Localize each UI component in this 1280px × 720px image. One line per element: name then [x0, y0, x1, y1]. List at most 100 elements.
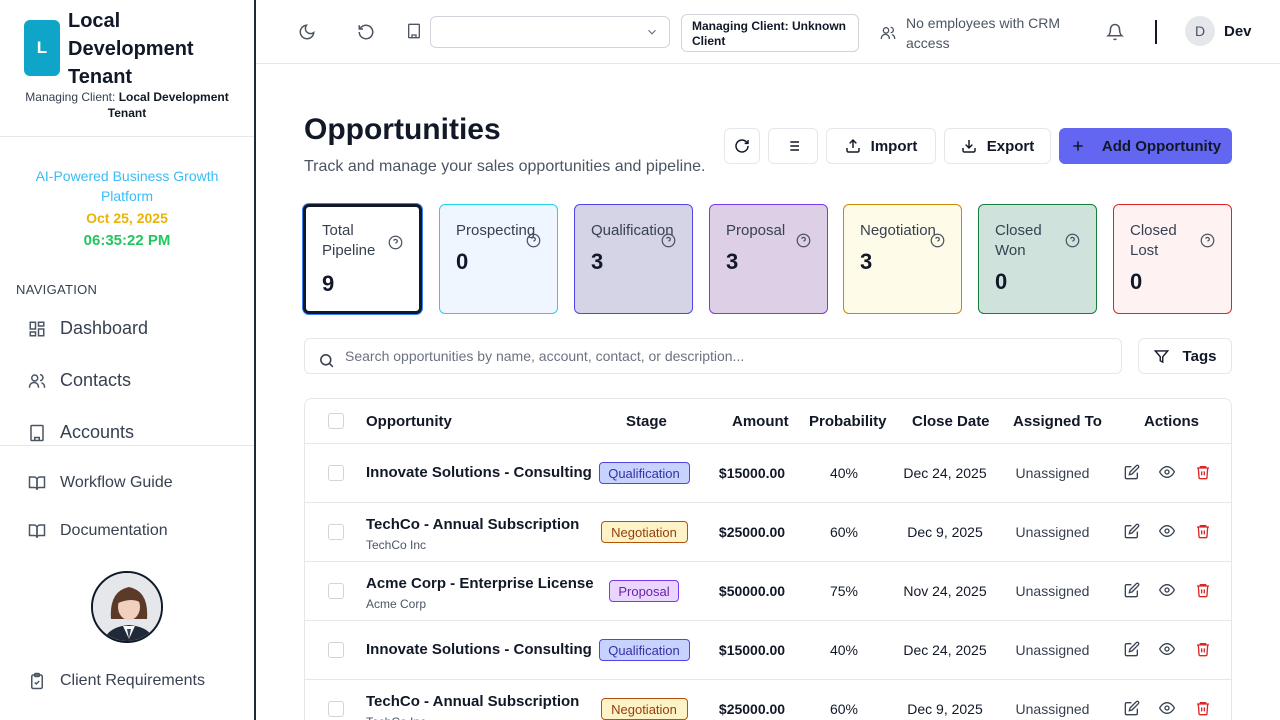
- table-row[interactable]: Acme Corp - Enterprise License Acme Corp P…: [305, 562, 1231, 621]
- header-assigned-to[interactable]: Assigned To: [1013, 413, 1102, 430]
- delete-icon[interactable]: [1195, 523, 1211, 539]
- help-icon[interactable]: [526, 233, 541, 248]
- stat-card-total-pipeline[interactable]: Total Pipeline 9: [303, 204, 422, 314]
- table-row[interactable]: Innovate Solutions - Consulting Qualifica…: [305, 621, 1231, 680]
- help-icon[interactable]: [388, 235, 403, 250]
- import-button[interactable]: Import: [826, 128, 936, 164]
- opportunity-name[interactable]: TechCo - Annual Subscription: [366, 693, 579, 710]
- users-icon: [28, 372, 46, 390]
- assigned-to-cell: Unassigned: [1015, 583, 1090, 599]
- topbar-separator: [1155, 20, 1157, 44]
- delete-icon[interactable]: [1195, 700, 1211, 716]
- stat-value: 3: [860, 249, 873, 274]
- view-icon[interactable]: [1159, 582, 1175, 598]
- export-button[interactable]: Export: [944, 128, 1051, 164]
- bell-icon[interactable]: [1106, 23, 1124, 41]
- stat-card-closed-lost[interactable]: Closed Lost 0: [1113, 204, 1232, 314]
- moon-icon[interactable]: [298, 23, 316, 41]
- opportunity-account: Acme Corp: [366, 597, 427, 611]
- refresh-button[interactable]: [724, 128, 760, 164]
- tags-filter-button[interactable]: Tags: [1138, 338, 1232, 374]
- row-checkbox[interactable]: [328, 583, 344, 599]
- tenant-select[interactable]: [430, 16, 670, 48]
- edit-icon[interactable]: [1124, 641, 1140, 657]
- stat-card-prospecting[interactable]: Prospecting 0: [439, 204, 558, 314]
- header-stage[interactable]: Stage: [626, 413, 667, 430]
- view-icon[interactable]: [1159, 700, 1175, 716]
- edit-icon[interactable]: [1124, 523, 1140, 539]
- stat-card-negotiation[interactable]: Negotiation 3: [843, 204, 962, 314]
- stat-value: 0: [995, 269, 1008, 294]
- select-all-checkbox[interactable]: [328, 413, 344, 429]
- managing-client-note: Managing Client: Local Development Tenan…: [18, 89, 236, 121]
- user-name[interactable]: Dev: [1224, 23, 1252, 40]
- row-checkbox[interactable]: [328, 465, 344, 481]
- view-icon[interactable]: [1159, 641, 1175, 657]
- amount-cell: $15000.00: [718, 465, 786, 481]
- help-icon[interactable]: [1200, 233, 1215, 248]
- users-icon: [880, 25, 896, 41]
- sidebar-item-contacts[interactable]: Contacts: [28, 370, 131, 391]
- help-icon[interactable]: [796, 233, 811, 248]
- assistant-avatar[interactable]: [91, 571, 163, 643]
- delete-icon[interactable]: [1195, 464, 1211, 480]
- header-close-date[interactable]: Close Date: [912, 413, 990, 430]
- edit-icon[interactable]: [1124, 582, 1140, 598]
- current-date: Oct 25, 2025: [86, 210, 168, 226]
- sidebar-item-client-requirements[interactable]: Client Requirements: [28, 672, 205, 690]
- delete-icon[interactable]: [1195, 641, 1211, 657]
- building-icon: [406, 23, 422, 41]
- row-checkbox[interactable]: [328, 642, 344, 658]
- opportunity-name[interactable]: Innovate Solutions - Consulting: [366, 641, 592, 658]
- table-row[interactable]: TechCo - Annual Subscription TechCo Inc Ne…: [305, 680, 1231, 720]
- sidebar-item-documentation[interactable]: Documentation: [28, 522, 168, 540]
- amount-cell: $25000.00: [718, 701, 786, 717]
- help-icon[interactable]: [930, 233, 945, 248]
- stat-card-qualification[interactable]: Qualification 3: [574, 204, 693, 314]
- row-checkbox[interactable]: [328, 701, 344, 717]
- row-checkbox[interactable]: [328, 524, 344, 540]
- view-icon[interactable]: [1159, 523, 1175, 539]
- opportunity-name[interactable]: TechCo - Annual Subscription: [366, 516, 579, 533]
- edit-icon[interactable]: [1124, 464, 1140, 480]
- help-icon[interactable]: [1065, 233, 1080, 248]
- help-icon[interactable]: [661, 233, 676, 248]
- managing-client-badge: Managing Client: Unknown Client: [681, 14, 859, 52]
- opportunity-account: TechCo Inc: [366, 715, 426, 720]
- brand-header: L Local Development Tenant Managing Clie…: [0, 0, 254, 137]
- search-input[interactable]: [345, 339, 1115, 373]
- opportunity-name[interactable]: Innovate Solutions - Consulting: [366, 464, 592, 481]
- filter-icon: [1153, 349, 1169, 364]
- delete-icon[interactable]: [1195, 582, 1211, 598]
- stat-card-proposal[interactable]: Proposal 3: [709, 204, 828, 314]
- sidebar-item-accounts[interactable]: Accounts: [28, 422, 134, 443]
- probability-cell: 60%: [829, 701, 859, 717]
- user-avatar[interactable]: D: [1185, 16, 1215, 46]
- header-probability[interactable]: Probability: [809, 413, 887, 430]
- sidebar-item-workflow-guide[interactable]: Workflow Guide: [28, 474, 173, 492]
- reset-icon[interactable]: [357, 23, 375, 41]
- stage-badge: Negotiation: [600, 521, 688, 543]
- header-amount[interactable]: Amount: [732, 413, 789, 430]
- plus-icon: [1070, 138, 1086, 154]
- list-view-button[interactable]: [768, 128, 818, 164]
- assigned-to-cell: Unassigned: [1015, 642, 1090, 658]
- edit-icon[interactable]: [1124, 700, 1140, 716]
- assigned-to-cell: Unassigned: [1015, 465, 1090, 481]
- upload-icon: [845, 138, 861, 154]
- sidebar-item-dashboard[interactable]: Dashboard: [28, 318, 148, 339]
- close-date-cell: Dec 24, 2025: [903, 642, 987, 658]
- stat-label: Total Pipeline: [322, 222, 376, 259]
- tenant-logo[interactable]: L: [24, 20, 60, 76]
- close-date-cell: Dec 9, 2025: [907, 524, 983, 540]
- sidebar-item-label: Documentation: [60, 522, 168, 539]
- header-opportunity[interactable]: Opportunity: [366, 413, 452, 430]
- table-row[interactable]: Innovate Solutions - Consulting Qualifica…: [305, 444, 1231, 503]
- add-opportunity-button[interactable]: Add Opportunity: [1059, 128, 1232, 164]
- stat-value: 0: [456, 249, 469, 274]
- opportunity-name[interactable]: Acme Corp - Enterprise License: [366, 575, 594, 592]
- stat-card-closed-won[interactable]: Closed Won 0: [978, 204, 1097, 314]
- table-row[interactable]: TechCo - Annual Subscription TechCo Inc Ne…: [305, 503, 1231, 562]
- view-icon[interactable]: [1159, 464, 1175, 480]
- sidebar-item-label: Accounts: [60, 422, 135, 442]
